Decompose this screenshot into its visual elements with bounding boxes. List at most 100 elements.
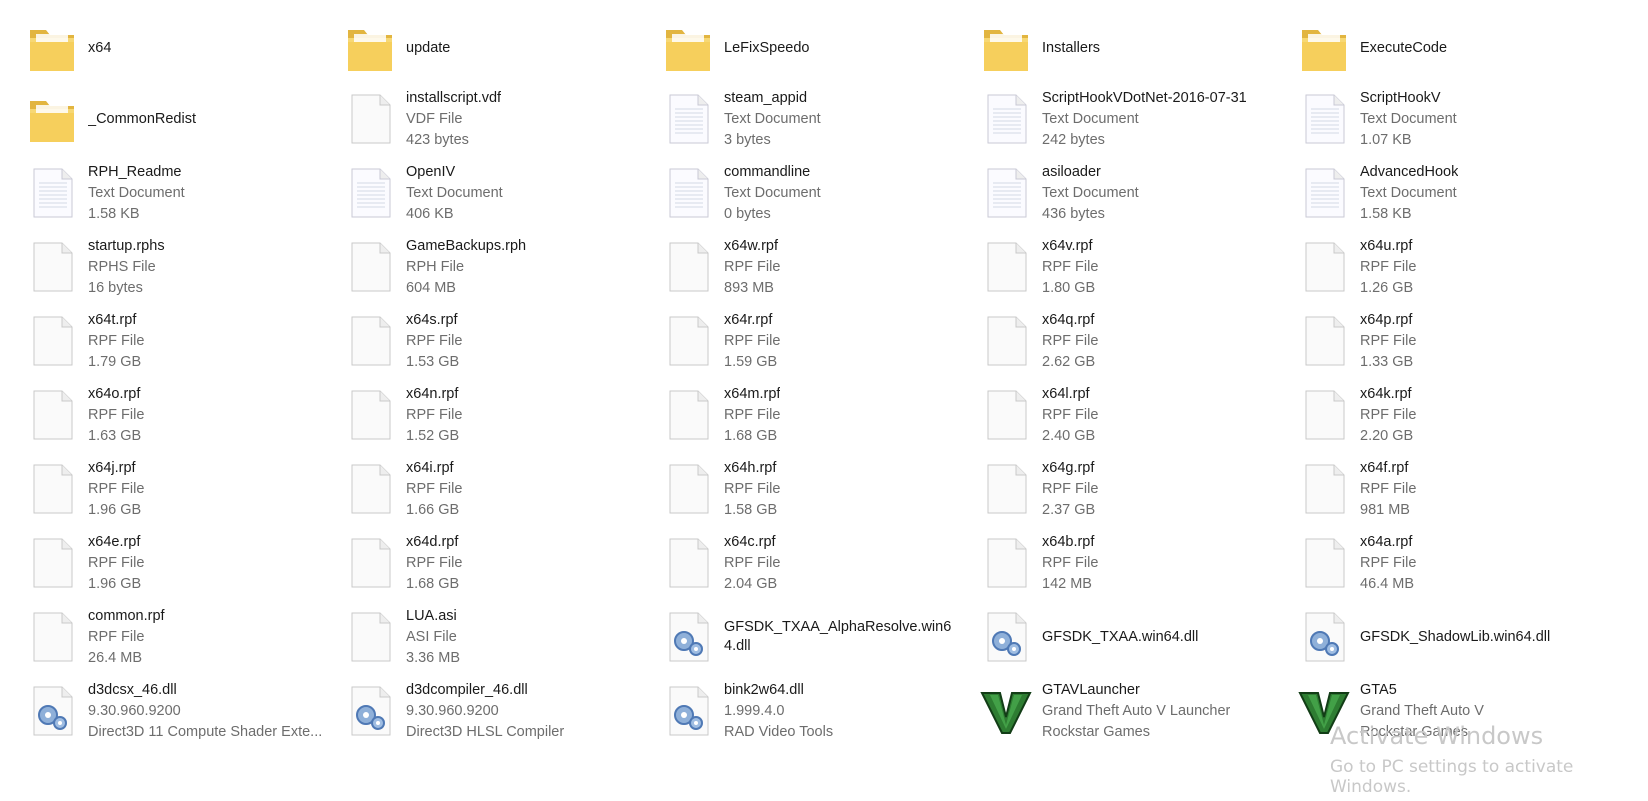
file-meta: d3dcsx_46.dll 9.30.960.9200 Direct3D 11 Co… <box>88 680 322 743</box>
file-type: RPF File <box>88 406 145 423</box>
file-type: Text Document <box>1042 184 1139 201</box>
file-size: 981 MB <box>1360 501 1410 518</box>
file-icon <box>26 461 78 517</box>
file-item[interactable]: GFSDK_TXAA_AlphaResolve.win64.dll <box>658 600 976 674</box>
file-item[interactable]: ScriptHookVDotNet-2016-07-31 Text Documen… <box>976 82 1294 156</box>
file-meta: update <box>406 38 450 59</box>
file-item[interactable]: x64q.rpf RPF File 2.62 GB <box>976 304 1294 378</box>
file-type: RPF File <box>1360 480 1417 497</box>
file-item[interactable]: Installers <box>976 14 1294 82</box>
file-size: 604 MB <box>406 279 456 296</box>
file-item[interactable]: x64v.rpf RPF File 1.80 GB <box>976 230 1294 304</box>
file-item[interactable]: x64 <box>22 14 340 82</box>
file-meta: OpenIV Text Document 406 KB <box>406 162 503 225</box>
file-name: x64v.rpf <box>1042 237 1093 254</box>
file-item[interactable]: x64r.rpf RPF File 1.59 GB <box>658 304 976 378</box>
file-meta: asiloader Text Document 436 bytes <box>1042 162 1139 225</box>
file-name: x64f.rpf <box>1360 459 1409 476</box>
file-name: x64u.rpf <box>1360 237 1413 254</box>
file-item[interactable]: x64j.rpf RPF File 1.96 GB <box>22 452 340 526</box>
file-item[interactable]: x64m.rpf RPF File 1.68 GB <box>658 378 976 452</box>
file-meta: ScriptHookV Text Document 1.07 KB <box>1360 88 1457 151</box>
file-size: 46.4 MB <box>1360 575 1414 592</box>
file-item[interactable]: asiloader Text Document 436 bytes <box>976 156 1294 230</box>
file-name: RPH_Readme <box>88 163 182 180</box>
file-item[interactable]: AdvancedHook Text Document 1.58 KB <box>1294 156 1612 230</box>
file-item[interactable]: bink2w64.dll 1.999.4.0 RAD Video Tools <box>658 674 976 748</box>
file-item[interactable]: x64h.rpf RPF File 1.58 GB <box>658 452 976 526</box>
file-icon <box>1298 387 1350 443</box>
file-item[interactable]: commandline Text Document 0 bytes <box>658 156 976 230</box>
file-item[interactable]: ScriptHookV Text Document 1.07 KB <box>1294 82 1612 156</box>
file-item[interactable]: x64g.rpf RPF File 2.37 GB <box>976 452 1294 526</box>
file-item[interactable]: x64t.rpf RPF File 1.79 GB <box>22 304 340 378</box>
file-size: 2.40 GB <box>1042 427 1096 444</box>
file-item[interactable]: GFSDK_ShadowLib.win64.dll <box>1294 600 1612 674</box>
file-item[interactable]: RPH_Readme Text Document 1.58 KB <box>22 156 340 230</box>
file-item[interactable]: x64c.rpf RPF File 2.04 GB <box>658 526 976 600</box>
file-item[interactable]: LUA.asi ASI File 3.36 MB <box>340 600 658 674</box>
file-name: x64a.rpf <box>1360 533 1413 550</box>
file-item[interactable]: OpenIV Text Document 406 KB <box>340 156 658 230</box>
file-name: GameBackups.rph <box>406 237 527 254</box>
file-item[interactable]: x64o.rpf RPF File 1.63 GB <box>22 378 340 452</box>
folder-icon <box>26 20 78 76</box>
file-type: RPF File <box>406 406 463 423</box>
file-item[interactable]: GameBackups.rph RPH File 604 MB <box>340 230 658 304</box>
file-item[interactable]: x64b.rpf RPF File 142 MB <box>976 526 1294 600</box>
file-size: 1.63 GB <box>88 427 142 444</box>
file-item[interactable]: steam_appid Text Document 3 bytes <box>658 82 976 156</box>
file-item[interactable]: d3dcsx_46.dll 9.30.960.9200 Direct3D 11 Co… <box>22 674 340 748</box>
file-size: 1.68 GB <box>724 427 778 444</box>
file-type: RPF File <box>724 554 781 571</box>
file-type: RPF File <box>406 332 463 349</box>
file-item[interactable]: x64p.rpf RPF File 1.33 GB <box>1294 304 1612 378</box>
file-item[interactable]: x64w.rpf RPF File 893 MB <box>658 230 976 304</box>
file-item[interactable]: x64d.rpf RPF File 1.68 GB <box>340 526 658 600</box>
file-item[interactable]: common.rpf RPF File 26.4 MB <box>22 600 340 674</box>
file-item[interactable]: startup.rphs RPHS File 16 bytes <box>22 230 340 304</box>
file-item[interactable]: x64s.rpf RPF File 1.53 GB <box>340 304 658 378</box>
file-icon <box>26 535 78 591</box>
file-item[interactable]: x64n.rpf RPF File 1.52 GB <box>340 378 658 452</box>
file-name: update <box>406 39 451 56</box>
file-item[interactable]: x64i.rpf RPF File 1.66 GB <box>340 452 658 526</box>
file-size: 1.59 GB <box>724 353 778 370</box>
file-item[interactable]: x64a.rpf RPF File 46.4 MB <box>1294 526 1612 600</box>
file-size: 1.53 GB <box>406 353 460 370</box>
file-item[interactable]: d3dcompiler_46.dll 9.30.960.9200 Direct3D … <box>340 674 658 748</box>
file-meta: x64d.rpf RPF File 1.68 GB <box>406 532 462 595</box>
file-item[interactable]: x64f.rpf RPF File 981 MB <box>1294 452 1612 526</box>
file-type: RPF File <box>1360 332 1417 349</box>
text-document-icon <box>344 165 396 221</box>
file-type: RPF File <box>1360 406 1417 423</box>
folder-icon <box>344 20 396 76</box>
file-name: x64i.rpf <box>406 459 454 476</box>
file-name: x64c.rpf <box>724 533 776 550</box>
file-name: startup.rphs <box>88 237 165 254</box>
file-item[interactable]: GTAVLauncher Grand Theft Auto V Launcher R… <box>976 674 1294 748</box>
file-item[interactable]: x64e.rpf RPF File 1.96 GB <box>22 526 340 600</box>
text-document-icon <box>662 165 714 221</box>
file-type: RPF File <box>1042 332 1099 349</box>
file-icon <box>1298 535 1350 591</box>
file-name: Installers <box>1042 39 1101 56</box>
file-item[interactable]: x64l.rpf RPF File 2.40 GB <box>976 378 1294 452</box>
file-item[interactable]: update <box>340 14 658 82</box>
file-item[interactable]: x64k.rpf RPF File 2.20 GB <box>1294 378 1612 452</box>
file-type: 1.999.4.0 <box>724 702 785 719</box>
file-item[interactable]: _CommonRedist <box>22 82 340 156</box>
file-name: x64w.rpf <box>724 237 778 254</box>
file-item[interactable]: GTA5 Grand Theft Auto V Rockstar Games <box>1294 674 1612 748</box>
file-name: x64n.rpf <box>406 385 459 402</box>
file-type: RPF File <box>88 554 145 571</box>
file-icon <box>344 239 396 295</box>
file-item[interactable]: x64u.rpf RPF File 1.26 GB <box>1294 230 1612 304</box>
file-type: Text Document <box>88 184 185 201</box>
file-item[interactable]: GFSDK_TXAA.win64.dll <box>976 600 1294 674</box>
file-type: Grand Theft Auto V <box>1360 702 1484 719</box>
file-item[interactable]: LeFixSpeedo <box>658 14 976 82</box>
file-size: 1.68 GB <box>406 575 460 592</box>
file-item[interactable]: installscript.vdf VDF File 423 bytes <box>340 82 658 156</box>
file-item[interactable]: ExecuteCode <box>1294 14 1612 82</box>
